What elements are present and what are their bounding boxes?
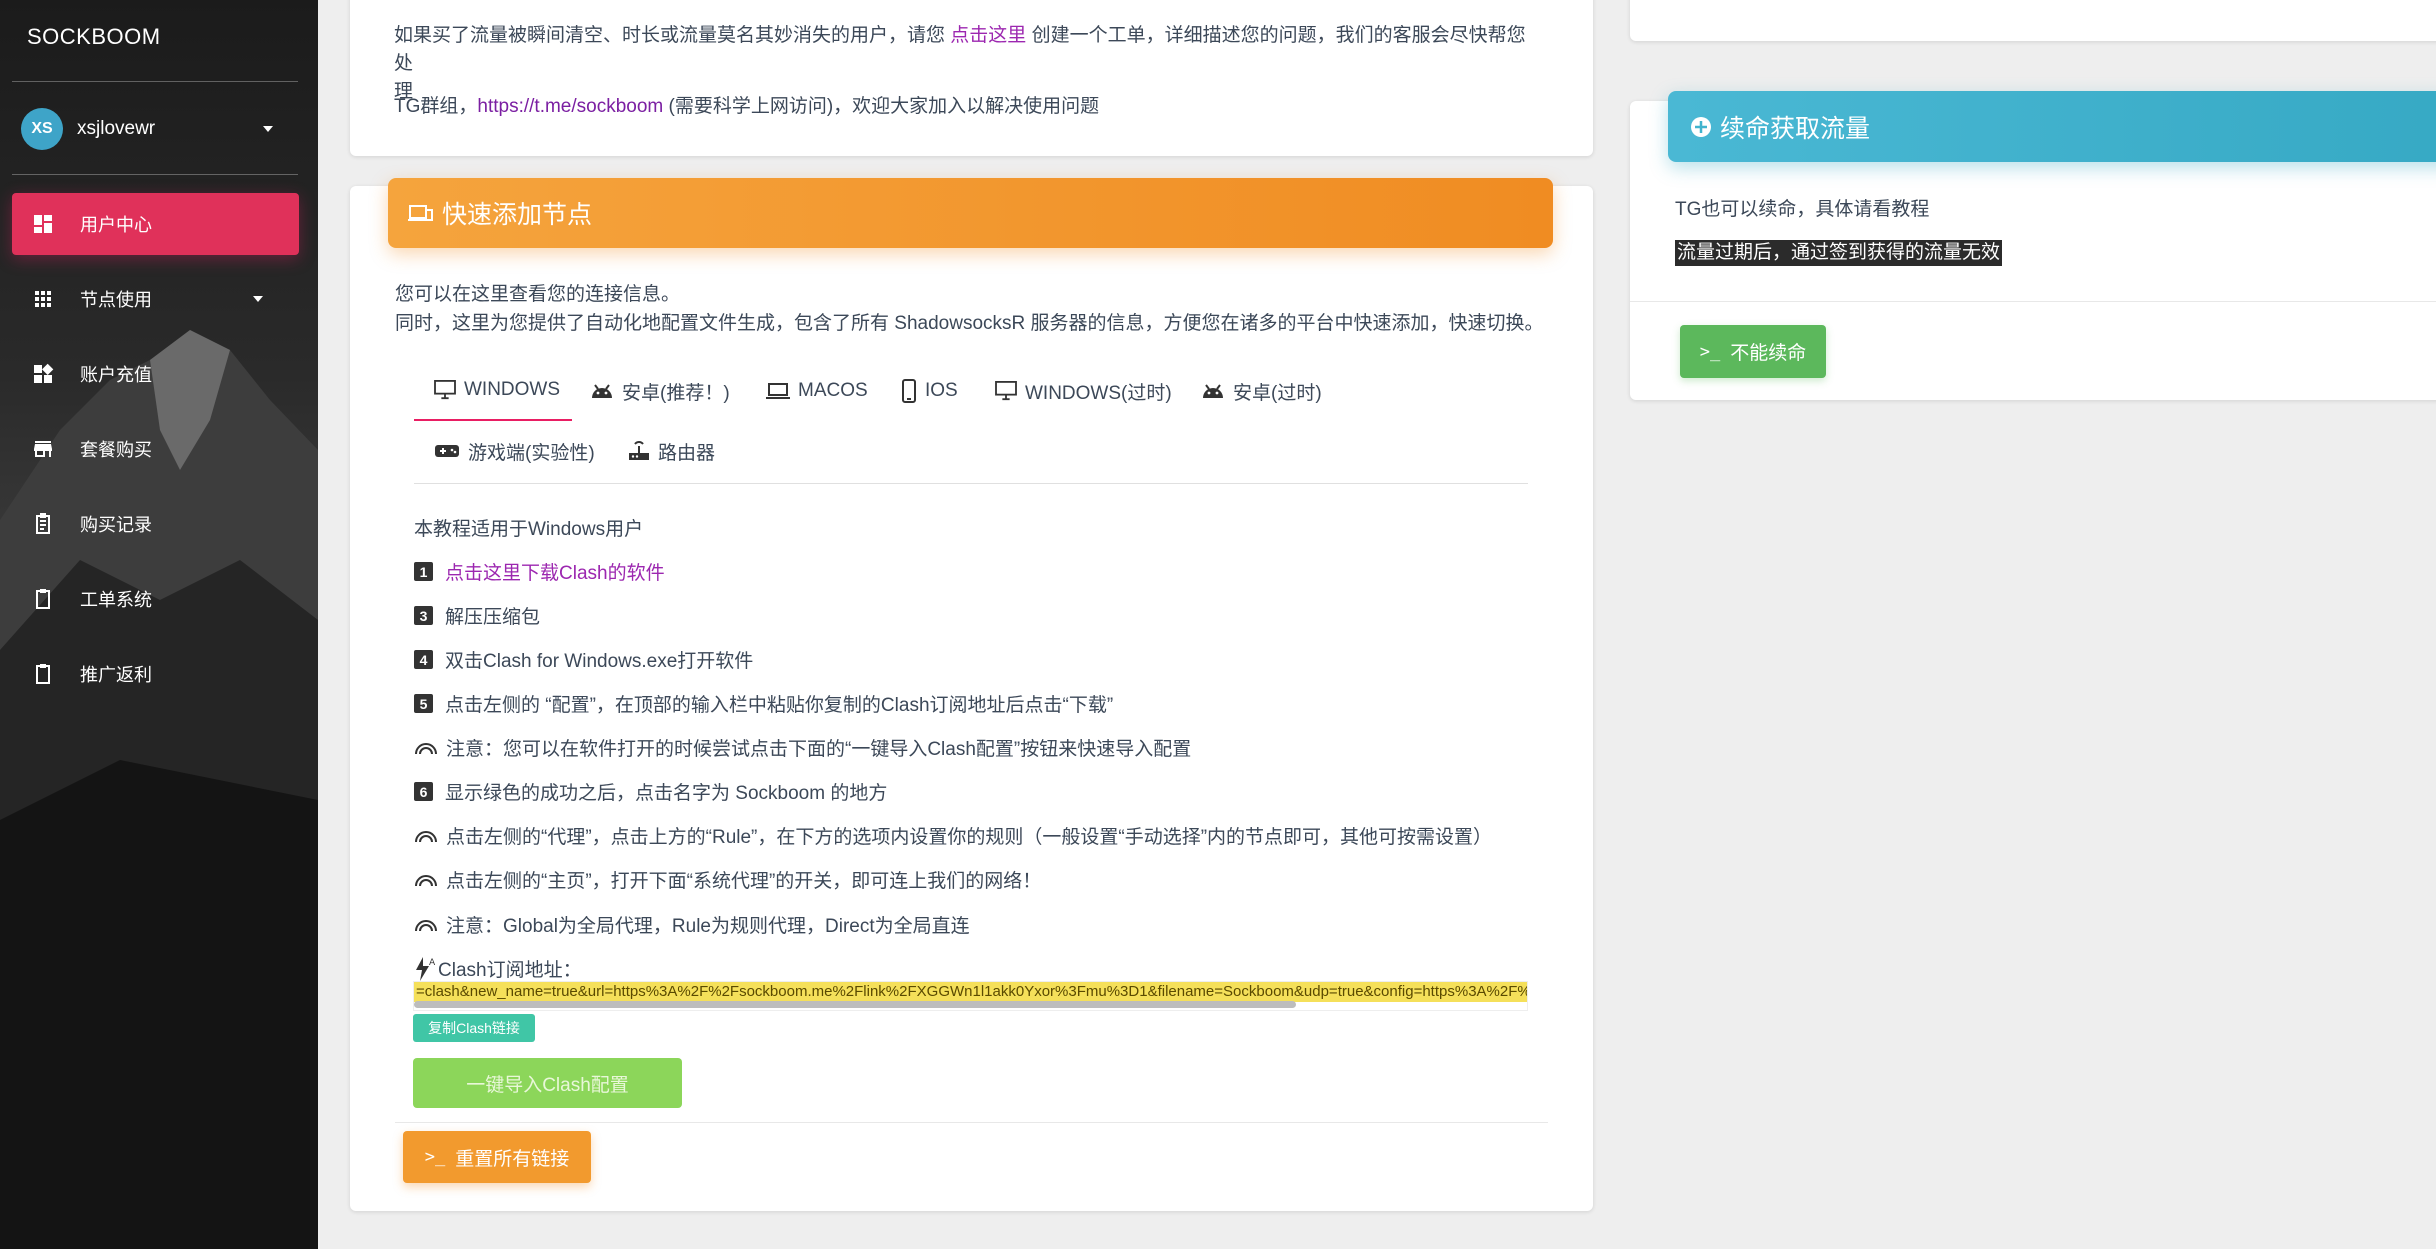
tab-router[interactable]: 路由器: [628, 421, 715, 481]
tab-windows[interactable]: WINDOWS: [414, 361, 572, 421]
notice-line-2: TG群组，https://t.me/sockboom (需要科学上网访问)，欢迎…: [394, 96, 1100, 117]
gamepad-icon: [435, 445, 459, 457]
renew-line-2: 流量过期后，通过签到获得的流量无效: [1675, 240, 2003, 266]
devices-icon: [408, 202, 434, 224]
notice-card: 如果买了流量被瞬间清空、时长或流量莫名其妙消失的用户，请您 点击这里 创建一个工…: [350, 0, 1593, 156]
number-3-icon: 3: [414, 606, 433, 625]
divider: [12, 81, 298, 82]
scrollbar[interactable]: [414, 1001, 1296, 1008]
tab-android-legacy[interactable]: 安卓(过时): [1201, 361, 1322, 421]
android-icon: [1203, 384, 1223, 398]
list-item: 6 显示绿色的成功之后，点击名字为 Sockboom 的地方: [414, 778, 887, 805]
number-1-icon: 1: [414, 562, 433, 581]
number-5-icon: 5: [414, 694, 433, 713]
divider: [1630, 301, 2436, 302]
number-4-icon: 4: [414, 650, 433, 669]
laptop-icon: [766, 383, 790, 399]
sidebar-item-purchase-history[interactable]: 购买记录: [12, 493, 299, 555]
desktop-icon: [995, 381, 1017, 401]
reset-all-links-button[interactable]: >_ 重置所有链接: [403, 1131, 591, 1183]
sidebar-item-label: 套餐购买: [80, 440, 152, 460]
tab-ios[interactable]: IOS: [901, 361, 958, 421]
subscription-url-field[interactable]: =clash&new_name=true&url=https%3A%2F%2Fs…: [413, 981, 1528, 1011]
list-item: 3 解压压缩包: [414, 602, 540, 629]
divider: [12, 174, 298, 175]
sidebar-item-label: 用户中心: [80, 215, 152, 235]
flash-icon: A: [414, 956, 436, 981]
clipboard-icon: [30, 661, 56, 687]
tab-android-recommended[interactable]: 安卓(推荐！): [590, 361, 730, 421]
router-icon: [629, 441, 649, 460]
renew-header: 续命获取流量: [1668, 91, 2436, 162]
terminal-icon: >_: [1699, 341, 1721, 362]
rainbow-icon: [414, 873, 438, 887]
sidebar-item-node-usage[interactable]: 节点使用: [12, 268, 299, 330]
add-circle-icon: [1690, 116, 1712, 138]
widgets-icon: [30, 361, 56, 387]
intro-line-2: 同时，这里为您提供了自动化地配置文件生成，包含了所有 ShadowsocksR …: [395, 313, 1544, 334]
renew-title: 续命获取流量: [1720, 114, 1871, 143]
tabs-divider: [414, 483, 1528, 484]
sidebar-item-referral[interactable]: 推广返利: [12, 643, 299, 705]
list-item: 1 点击这里下载Clash的软件: [414, 558, 665, 585]
sidebar-item-label: 工单系统: [80, 590, 152, 610]
sidebar-item-ticket-system[interactable]: 工单系统: [12, 568, 299, 630]
tab-windows-legacy[interactable]: WINDOWS(过时): [995, 361, 1172, 421]
tab-gaming[interactable]: 游戏端(实验性): [434, 421, 595, 481]
sidebar: SOCKBOOM XS xsjlovewr 用户中心 节点使用 账户充值 套餐购…: [0, 0, 318, 1249]
list-item: 点击左侧的“代理”，点击上方的“Rule”，在下方的选项内设置你的规则（一般设置…: [414, 822, 1492, 849]
list-item: 5 点击左侧的 “配置”，在顶部的输入栏中粘贴你复制的Clash订阅地址后点击“下…: [414, 690, 1113, 717]
sidebar-item-label: 账户充值: [80, 365, 152, 385]
chevron-down-icon: [263, 126, 273, 132]
copy-clash-link-button[interactable]: 复制Clash链接: [413, 1014, 535, 1042]
sidebar-item-recharge[interactable]: 账户充值: [12, 343, 299, 405]
subscription-url: =clash&new_name=true&url=https%3A%2F%2Fs…: [414, 982, 1527, 1002]
avatar: XS: [21, 108, 63, 150]
list-item: 点击左侧的“主页”，打开下面“系统代理”的开关，即可连上我们的网络！: [414, 866, 1041, 893]
number-6-icon: 6: [414, 782, 433, 801]
rainbow-icon: [414, 829, 438, 843]
chevron-down-icon: [253, 296, 263, 302]
store-icon: [30, 436, 56, 462]
sidebar-item-label: 购买记录: [80, 515, 152, 535]
sidebar-item-user-center[interactable]: 用户中心: [12, 193, 299, 255]
sidebar-item-label: 节点使用: [80, 290, 152, 310]
grid-icon: [30, 286, 56, 312]
download-clash-link[interactable]: 点击这里下载Clash的软件: [445, 558, 665, 585]
create-ticket-link[interactable]: 点击这里: [950, 25, 1026, 46]
svg-text:A: A: [429, 958, 436, 968]
sidebar-nav: 用户中心 节点使用 账户充值 套餐购买 购买记录 工单系统 推广返利: [12, 193, 299, 718]
tab-macos[interactable]: MACOS: [766, 361, 868, 421]
intro-line-1: 您可以在这里查看您的连接信息。: [395, 284, 681, 305]
brand-logo[interactable]: SOCKBOOM: [27, 24, 161, 50]
cannot-renew-button[interactable]: >_ 不能续命: [1680, 325, 1826, 378]
divider: [395, 1122, 1548, 1123]
subscription-label: A Clash订阅地址：: [414, 955, 582, 982]
renew-line-1: TG也可以续命，具体请看教程: [1675, 199, 1930, 220]
list-item: 注意：Global为全局代理，Rule为规则代理，Direct为全局直连: [414, 911, 970, 938]
phone-icon: [902, 379, 916, 403]
username: xsjlovewr: [77, 118, 156, 139]
top-right-card: [1630, 0, 2436, 41]
android-icon: [592, 384, 612, 398]
rainbow-icon: [414, 741, 438, 755]
clipboard-icon: [30, 586, 56, 612]
desktop-icon: [434, 380, 456, 400]
list-item: 注意：您可以在软件打开的时候尝试点击下面的“一键导入Clash配置”按钮来快速导…: [414, 734, 1191, 761]
quick-add-header: 快速添加节点: [388, 178, 1553, 248]
terminal-icon: >_: [424, 1147, 446, 1167]
rainbow-icon: [414, 918, 438, 932]
quick-add-title: 快速添加节点: [442, 201, 593, 229]
tutorial-title: 本教程适用于Windows用户: [414, 519, 644, 540]
import-clash-config-button[interactable]: 一键导入Clash配置: [413, 1058, 682, 1108]
sidebar-item-label: 推广返利: [80, 665, 152, 685]
sidebar-item-plan-purchase[interactable]: 套餐购买: [12, 418, 299, 480]
dashboard-icon: [30, 211, 56, 237]
user-menu[interactable]: XS xsjlovewr: [21, 108, 281, 150]
receipt-icon: [30, 511, 56, 537]
list-item: 4 双击Clash for Windows.exe打开软件: [414, 646, 753, 673]
telegram-group-link[interactable]: https://t.me/sockboom: [477, 96, 663, 117]
